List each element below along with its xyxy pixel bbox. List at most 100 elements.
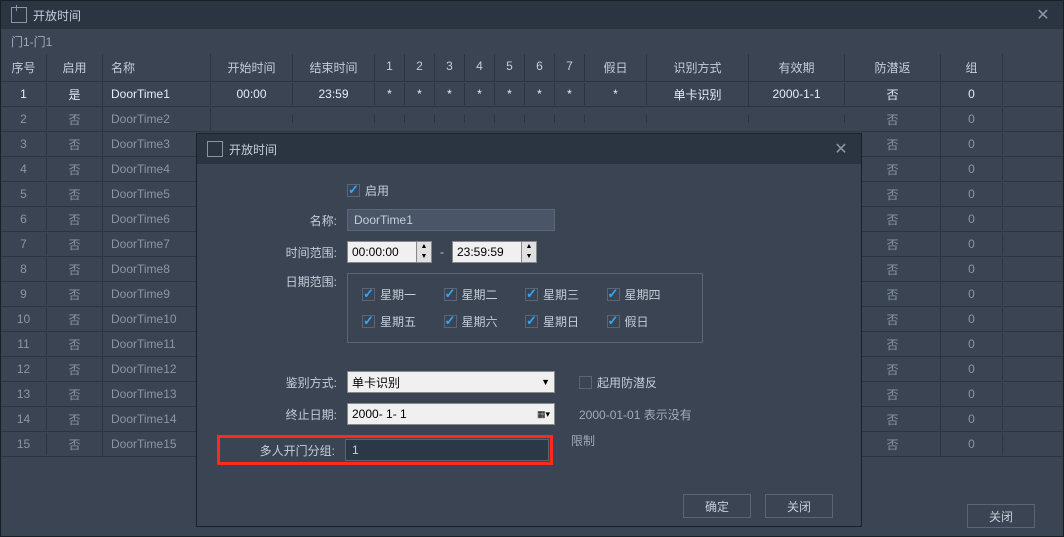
cell-enable: 否 (47, 132, 103, 157)
day-tue-checkbox[interactable]: 星期二 (444, 286, 526, 303)
anti-checkbox[interactable]: 起用防潜反 (579, 374, 657, 391)
cell-enable: 否 (47, 282, 103, 307)
cell-d6: * (525, 83, 555, 105)
ok-button[interactable]: 确定 (683, 494, 751, 518)
cell-anti: 否 (845, 82, 941, 107)
cell-name: DoorTime5 (103, 183, 211, 205)
cell-group: 0 (941, 383, 1003, 405)
cell-name: DoorTime8 (103, 258, 211, 280)
col-anti: 防潜返 (845, 54, 941, 81)
cell-enable: 否 (47, 157, 103, 182)
enable-checkbox[interactable]: 启用 (347, 182, 389, 199)
cell-name: DoorTime14 (103, 408, 211, 430)
check-icon (347, 184, 360, 197)
col-d1: 1 (375, 54, 405, 81)
enddate-hint: 2000-01-01 表示没有 (579, 406, 692, 423)
cell-d5: * (495, 83, 525, 105)
cell-valid (749, 115, 845, 123)
cell-group: 0 (941, 183, 1003, 205)
recognize-select[interactable]: 单卡识别 ▼ (347, 371, 555, 393)
col-d7: 7 (555, 54, 585, 81)
chevron-down-icon[interactable]: ▼ (522, 252, 536, 262)
close-icon[interactable]: ✕ (1027, 4, 1059, 26)
close-icon[interactable]: ✕ (825, 138, 857, 160)
cell-recognize (647, 115, 749, 123)
chevron-up-icon[interactable]: ▲ (417, 242, 431, 252)
table-row[interactable]: 1是DoorTime100:0023:59********单卡识别2000-1-… (1, 82, 1063, 107)
cell-seq: 3 (1, 133, 47, 155)
day-hol-checkbox[interactable]: 假日 (607, 313, 689, 330)
day-thu-checkbox[interactable]: 星期四 (607, 286, 689, 303)
cell-enable: 否 (47, 357, 103, 382)
close-button[interactable]: 关闭 (765, 494, 833, 518)
cell-name: DoorTime7 (103, 233, 211, 255)
cell-enable: 否 (47, 207, 103, 232)
dialog-titlebar: 开放时间 ✕ (197, 134, 861, 164)
edit-dialog: 开放时间 ✕ 启用 名称: 时间范围: ▲▼ - ▲▼ (196, 133, 862, 527)
cell-seq: 15 (1, 433, 47, 455)
group-field[interactable] (345, 439, 549, 461)
cell-name: DoorTime9 (103, 283, 211, 305)
cell-seq: 7 (1, 233, 47, 255)
name-field[interactable] (347, 209, 555, 231)
cell-enable: 否 (47, 307, 103, 332)
cell-enable: 是 (47, 82, 103, 107)
day-mon-checkbox[interactable]: 星期一 (362, 286, 444, 303)
timerange-label: 时间范围: (217, 244, 337, 261)
cell-seq: 5 (1, 183, 47, 205)
cell-enable: 否 (47, 382, 103, 407)
group-label: 多人开门分组: (221, 442, 335, 459)
cell-enable: 否 (47, 407, 103, 432)
col-valid: 有效期 (749, 54, 845, 81)
day-sat-checkbox[interactable]: 星期六 (444, 313, 526, 330)
cell-enable: 否 (47, 107, 103, 132)
time-start-stepper[interactable]: ▲▼ (347, 241, 432, 263)
cell-group: 0 (941, 358, 1003, 380)
chevron-down-icon[interactable]: ▼ (417, 252, 431, 262)
cell-enable: 否 (47, 182, 103, 207)
cell-d3: * (435, 83, 465, 105)
col-d3: 3 (435, 54, 465, 81)
cell-group: 0 (941, 108, 1003, 130)
main-titlebar: 开放时间 ✕ (1, 1, 1063, 29)
cell-seq: 13 (1, 383, 47, 405)
close-button[interactable]: 关闭 (967, 504, 1035, 528)
name-label: 名称: (217, 212, 337, 229)
col-group: 组 (941, 54, 1003, 81)
window-title: 开放时间 (33, 7, 81, 24)
cell-group: 0 (941, 308, 1003, 330)
cell-group: 0 (941, 233, 1003, 255)
cell-d4 (465, 115, 495, 123)
day-sun-checkbox[interactable]: 星期日 (525, 313, 607, 330)
cell-enable: 否 (47, 232, 103, 257)
col-holiday: 假日 (585, 54, 647, 81)
day-fri-checkbox[interactable]: 星期五 (362, 313, 444, 330)
cell-seq: 12 (1, 358, 47, 380)
cell-seq: 14 (1, 408, 47, 430)
cell-holiday: * (585, 83, 647, 105)
col-start: 开始时间 (211, 54, 293, 81)
cell-seq: 2 (1, 108, 47, 130)
cell-name: DoorTime15 (103, 433, 211, 455)
chevron-down-icon: ▼ (541, 377, 550, 387)
cell-end (293, 115, 375, 123)
col-recognize: 识别方式 (647, 54, 749, 81)
time-end-stepper[interactable]: ▲▼ (452, 241, 537, 263)
cell-seq: 4 (1, 158, 47, 180)
table-row[interactable]: 2否DoorTime2否0 (1, 107, 1063, 132)
cell-name: DoorTime1 (103, 83, 211, 105)
cell-anti: 否 (845, 107, 941, 132)
cell-seq: 8 (1, 258, 47, 280)
cell-d5 (495, 115, 525, 123)
cell-group: 0 (941, 133, 1003, 155)
col-seq: 序号 (1, 54, 47, 81)
cell-group: 0 (941, 433, 1003, 455)
day-wed-checkbox[interactable]: 星期三 (525, 286, 607, 303)
enddate-field[interactable]: 2000- 1- 1 ▦▾ (347, 403, 555, 425)
cell-seq: 6 (1, 208, 47, 230)
col-enable: 启用 (47, 54, 103, 81)
cell-group: 0 (941, 333, 1003, 355)
chevron-up-icon[interactable]: ▲ (522, 242, 536, 252)
enddate-hint2: 限制 (571, 432, 595, 449)
cell-end: 23:59 (293, 83, 375, 105)
